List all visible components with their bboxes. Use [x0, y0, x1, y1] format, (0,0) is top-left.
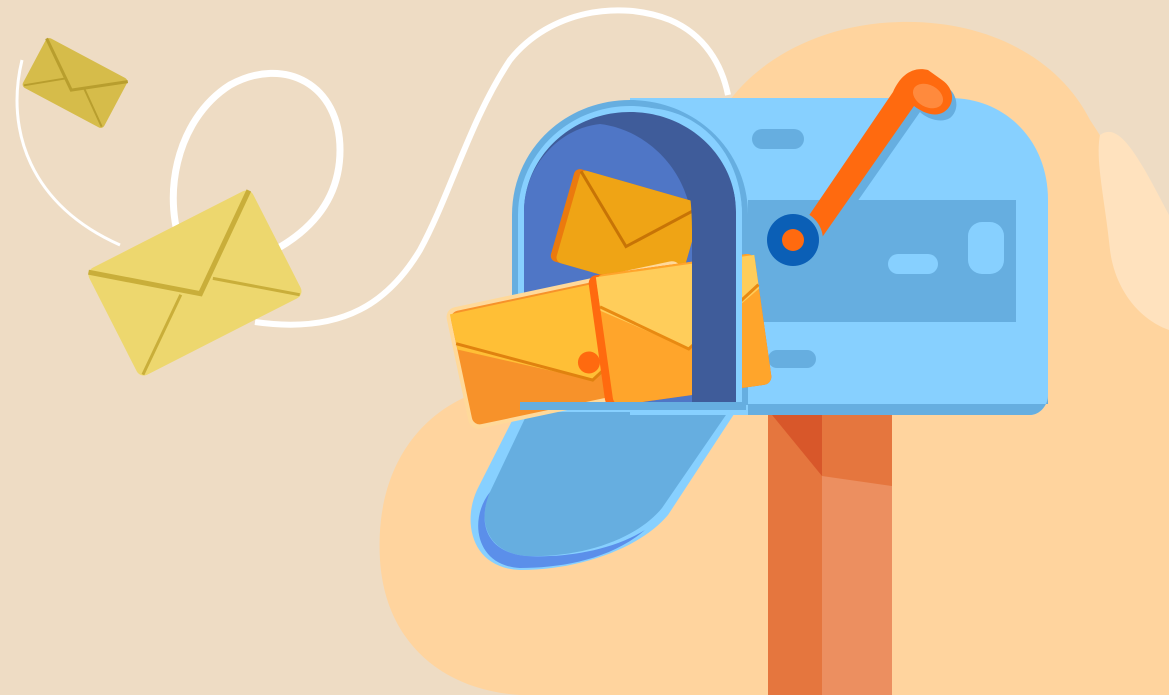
mailbox-slot [888, 254, 938, 274]
mailbox-post [768, 410, 892, 695]
envelope-icon [588, 253, 772, 407]
mailbox-bottom-strip [520, 402, 746, 410]
mailbox-slot [752, 129, 804, 149]
mailbox-slot [968, 222, 1004, 274]
mailbox-illustration [0, 0, 1169, 695]
mailbox-slot [768, 350, 816, 368]
